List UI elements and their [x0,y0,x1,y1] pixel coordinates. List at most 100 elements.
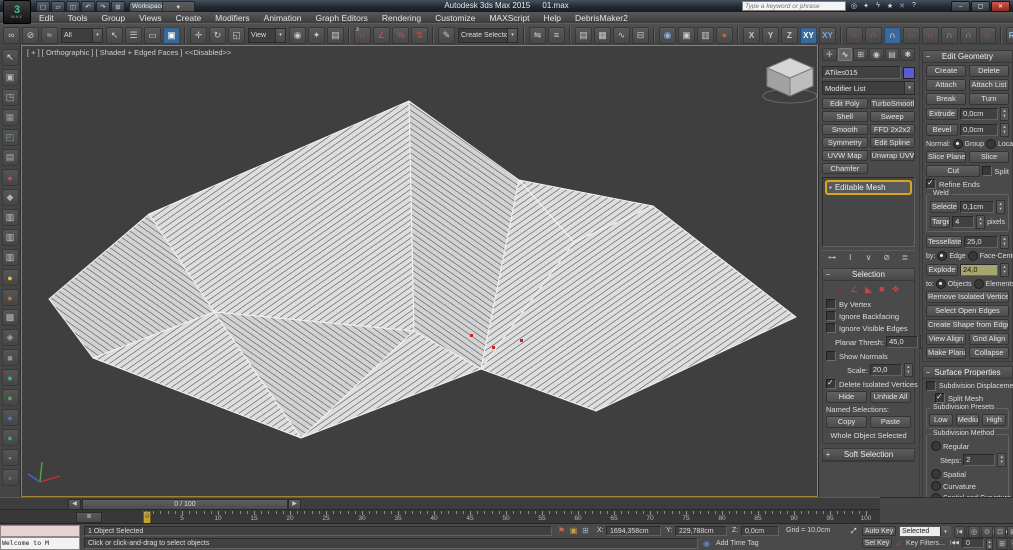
bevel-button[interactable]: Bevel [926,124,958,136]
pivot-snap-icon[interactable]: ∩ [865,26,882,44]
explode-button[interactable]: Explode [926,264,958,276]
chevron-down-icon[interactable]: ▾ [275,28,285,42]
curve-editor-icon[interactable]: ∿ [613,26,630,44]
selection-rollout-header[interactable]: − Selection [823,269,914,281]
element-mode-icon[interactable]: ❖ [892,284,900,295]
open-file-icon[interactable]: ▱ [51,1,65,12]
axis-x-button[interactable]: X [743,26,760,44]
menu-modifiers[interactable]: Modifiers [208,13,256,23]
collapse-button[interactable]: Collapse [969,347,1009,359]
select-and-scale-icon[interactable]: ◱ [228,26,245,44]
lightning-icon[interactable]: ϟ [872,1,884,10]
shell-modifier-button[interactable]: Shell [822,111,868,122]
zoom-icon[interactable]: ◎ [968,526,980,538]
tab-create[interactable]: ✛ [822,48,837,61]
to-objects-radio[interactable] [935,279,946,289]
menu-views[interactable]: Views [132,13,169,23]
mirror-icon[interactable]: ⇋ [529,26,546,44]
edit-geometry-rollout-header[interactable]: − Edit Geometry [923,51,1012,63]
sweep-modifier-button[interactable]: Sweep [869,111,915,122]
polygon-mode-icon[interactable]: ■ [879,284,884,295]
normals-scale-field[interactable]: 20,0 [869,364,902,376]
maximize-button[interactable]: ▢ [971,1,990,12]
normals-scale-spinner[interactable]: ▴ ▾ [903,363,913,377]
project-folder-icon[interactable]: ⊞ [111,1,125,12]
orange-sphere-icon[interactable]: ● [1,289,19,306]
split-checkbox[interactable] [982,166,993,176]
menu-help[interactable]: Help [536,13,567,23]
ignore-backfacing-checkbox[interactable]: Ignore Backfacing [826,311,911,321]
attach-button[interactable]: Attach [926,79,966,91]
teal-sphere-icon[interactable]: ● [1,369,19,386]
light-block-icon[interactable]: ▫ [1,469,19,486]
absolute-mode-icon[interactable]: ⊞ [580,525,591,536]
viewport[interactable]: [ + ] [ Orthographic ] [ Shaded + Edged … [21,45,818,497]
chevron-down-icon[interactable]: ▾ [92,28,102,42]
axis-z-button[interactable]: Z [781,26,798,44]
workspace-dropdown[interactable]: Workspace: Default▾ [129,1,195,12]
application-menu-button[interactable]: 3 MAX [3,0,31,24]
menu-customize[interactable]: Customize [428,13,482,23]
search-input[interactable] [742,1,846,11]
ffd-2x2x2-modifier-button[interactable]: FFD 2x2x2 [869,124,915,135]
select-and-move-icon[interactable]: ✛ [190,26,207,44]
planar-thresh-field[interactable]: 45,0 [886,336,919,348]
isolate-pin-icon[interactable]: ⚑ [556,525,567,536]
layer-c-icon[interactable]: ▥ [1,249,19,266]
smooth-modifier-button[interactable]: Smooth [822,124,868,135]
close-button[interactable]: ✕ [991,1,1010,12]
curvature-radio[interactable] [931,481,941,491]
create-button[interactable]: Create [926,65,966,77]
key-mode-dropdown[interactable]: Selected ▾ [899,526,951,537]
point-snap-icon[interactable]: ∩ [979,26,996,44]
chevron-down-icon[interactable]: ▾ [940,527,950,536]
extrude-spinner[interactable]: ▴ ▾ [1000,107,1009,121]
bevel-spinner[interactable]: ▴ ▾ [1000,123,1009,137]
endpoint-snap-icon[interactable]: ∩ [960,26,977,44]
bevel-field[interactable]: 0,0cm [960,124,998,136]
hide-button[interactable]: Hide [826,391,867,403]
object-color-swatch[interactable] [903,66,915,79]
weld-target-button[interactable]: Target [930,216,951,228]
soft-selection-rollout-header[interactable]: + Soft Selection [823,449,914,461]
green-sphere-icon[interactable]: ● [1,389,19,406]
grid-tool-icon[interactable]: ▦ [1,109,19,126]
edit-spline-modifier-button[interactable]: Edit Spline [869,137,915,148]
surface-properties-rollout-header[interactable]: − Surface Properties [923,367,1012,379]
snaps-toggle-icon[interactable]: ∩ 3 [354,26,371,44]
schematic-view-icon[interactable]: ⊟ [632,26,649,44]
diamond-tool-icon[interactable]: ◆ [1,189,19,206]
create-shape-from-edges-button[interactable]: Create Shape from Edges [926,319,1009,331]
object-name-field[interactable]: ATiles015 [822,66,901,79]
exchange-icon[interactable]: ✕ [896,1,908,10]
make-planar-button[interactable]: Make Planar [926,347,966,359]
new-file-icon[interactable]: ▢ [36,1,50,12]
menu-debrismaker2[interactable]: DebrisMaker2 [568,13,635,23]
block-tool-icon[interactable]: ■ [1,349,19,366]
view-align-button[interactable]: View Align [926,333,966,345]
vertex-snap-icon[interactable]: ∩ [884,26,901,44]
angle-snap-icon[interactable]: ∠ [373,26,390,44]
weld-target-field[interactable]: 4 [952,216,975,228]
x-coordinate-field[interactable]: 1694,358cm [606,526,661,536]
menu-maxscript[interactable]: MAXScript [482,13,536,23]
turn-button[interactable]: Turn [969,93,1009,105]
menu-create[interactable]: Create [169,13,209,23]
extrude-tool-icon[interactable]: ◳ [1,89,19,106]
rendered-frame-icon[interactable]: ▥ [697,26,714,44]
render-setup-icon[interactable]: ▣ [678,26,695,44]
gem-tool-icon[interactable]: ◈ [1,329,19,346]
zoom-region-icon[interactable]: ⊠ [1007,526,1013,538]
search-icon[interactable]: ◎ [848,1,860,10]
explode-field[interactable]: 24,0 [960,264,998,276]
pan-icon[interactable]: ✛ [1009,538,1013,550]
menu-rendering[interactable]: Rendering [375,13,428,23]
select-and-rotate-icon[interactable]: ↻ [209,26,226,44]
axis-xy-snap-icon[interactable]: XY [819,26,836,44]
slice-button[interactable]: Slice [969,151,1009,163]
maxscript-mini-listener[interactable]: Welcome to M [0,537,80,550]
pin-stack-icon[interactable]: ⊶ [826,252,838,263]
break-button[interactable]: Break [926,93,966,105]
reference-coordinate-dropdown[interactable]: View ▾ [248,27,286,43]
spatial-radio[interactable] [931,469,941,479]
